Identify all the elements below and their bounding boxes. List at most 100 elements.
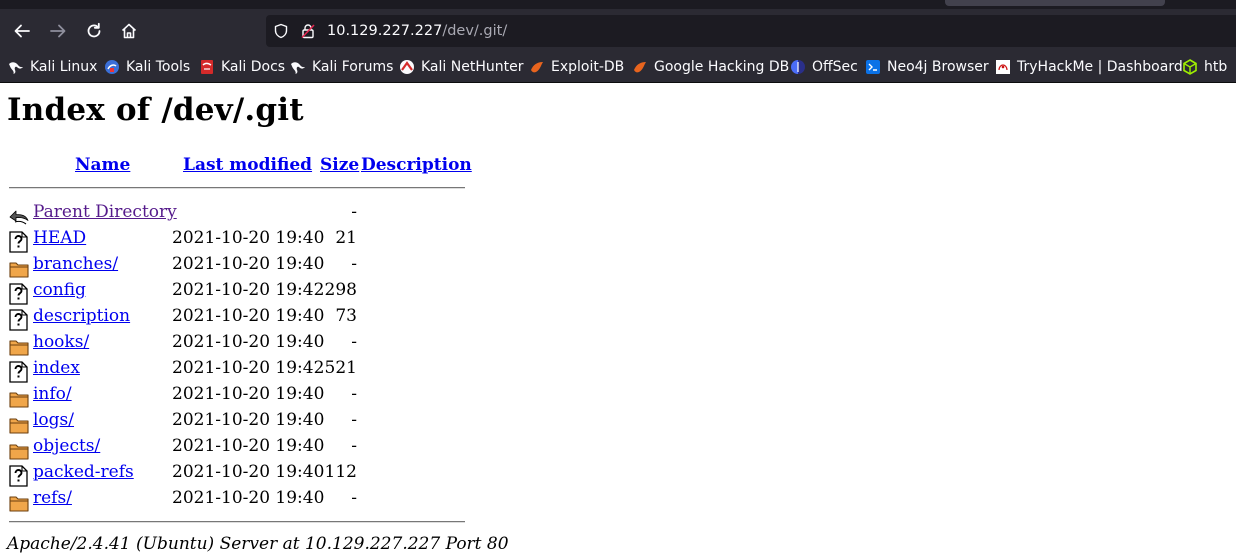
tab[interactable] [945,0,1165,6]
bookmark-offsec[interactable]: OffSec [790,57,858,77]
entry-link-index[interactable]: index [33,358,80,378]
forward-arrow-icon [50,24,66,38]
bookmark-label: Kali Forums [312,59,394,75]
entry-modified: 2021-10-20 19:40 [172,332,325,352]
bookmark-kali-forums[interactable]: Kali Forums [290,57,393,77]
entry-modified: 2021-10-20 19:40 [172,254,325,274]
entry-size: 112 [324,462,357,482]
folder-icon [9,257,29,279]
insecure-lock-icon[interactable] [300,23,316,39]
folder-icon [9,387,29,409]
entry-modified: 2021-10-20 19:40 [172,384,325,404]
back-arrow-icon [9,205,29,227]
back-button[interactable] [8,17,36,45]
bookmark-label: Kali Tools [126,59,191,75]
table-row: Parent Directory - [0,202,500,228]
header-divider [9,187,465,189]
column-header-description[interactable]: Description [361,155,472,175]
entry-link-refs[interactable]: refs/ [33,488,72,508]
entry-link-branches[interactable]: branches/ [33,254,118,274]
url-host: 10.129.227.227 [327,23,443,39]
entry-size: - [351,254,357,274]
bookmark-label: OffSec [812,59,858,75]
back-arrow-icon [14,24,30,38]
entry-modified: 2021-10-20 19:42 [172,280,325,300]
bookmark-label: Kali NetHunter [421,59,524,75]
entry-link-logs[interactable]: logs/ [33,410,74,430]
entry-modified: 2021-10-20 19:40 [172,488,325,508]
table-row: HEAD 2021-10-20 19:40 21 [0,228,500,254]
bookmark-tryhackme-dashboard[interactable]: TryHackMe | Dashboard [995,57,1183,77]
bookmark-exploit-db[interactable]: Exploit-DB [529,57,624,77]
kali-tools-icon [104,59,120,75]
entry-link-info[interactable]: info/ [33,384,72,404]
page-content: Index of /dev/.git Name Last modified Si… [0,83,1236,560]
bookmark-neo4j-browser[interactable]: Neo4j Browser [865,57,989,77]
bookmark-label: Neo4j Browser [887,59,989,75]
bookmark-label: Kali Linux [30,59,98,75]
unknown-file-icon [9,465,29,487]
bookmark-label: Exploit-DB [551,59,625,75]
browser-chrome: 10.129.227.227/dev/.git/ Kali Linux Kali … [0,0,1236,83]
entry-link-parent-directory[interactable]: Parent Directory [33,202,177,222]
reload-button[interactable] [80,17,108,45]
cube-icon [1182,59,1198,75]
bookmark-kali-linux[interactable]: Kali Linux [8,57,97,77]
bookmark-kali-nethunter[interactable]: Kali NetHunter [399,57,523,77]
entry-modified: 2021-10-20 19:42 [172,358,325,378]
entry-size: 73 [335,306,357,326]
table-row: logs/2021-10-20 19:40 - [0,410,500,436]
forward-button[interactable] [44,17,72,45]
table-row: branches/2021-10-20 19:40 - [0,254,500,280]
bookmark-label: Kali Docs [221,59,286,75]
bookmark-kali-tools[interactable]: Kali Tools [104,57,190,77]
home-icon [121,23,137,39]
unknown-file-icon [9,283,29,305]
footer-divider [9,521,465,523]
unknown-file-icon [9,231,29,253]
table-row: packed-refs 2021-10-20 19:40 112 [0,462,500,488]
entry-link-hooks[interactable]: hooks/ [33,332,89,352]
entry-link-head[interactable]: HEAD [33,228,86,248]
server-signature: Apache/2.4.41 (Ubuntu) Server at 10.129.… [7,534,509,554]
kali-docs-icon [199,59,215,75]
entry-link-packed-refs[interactable]: packed-refs [33,462,134,482]
bookmark-google-hacking-db[interactable]: Google Hacking DB [632,57,789,77]
table-row: objects/2021-10-20 19:40 - [0,436,500,462]
entry-modified: 2021-10-20 19:40 [172,436,325,456]
bookmark-htb[interactable]: htb [1182,57,1227,77]
entry-size: - [351,332,357,352]
column-header-last-modified[interactable]: Last modified [183,155,312,175]
entry-modified: 2021-10-20 19:40 [172,306,325,326]
kali-dragon-icon [8,59,24,75]
offsec-icon [790,59,806,75]
entry-modified: 2021-10-20 19:40 [172,462,325,482]
column-header-size[interactable]: Size [320,155,359,175]
column-header-name[interactable]: Name [75,155,130,175]
entry-modified: 2021-10-20 19:40 [172,228,325,248]
bookmark-label: Google Hacking DB [654,59,790,75]
url-bar[interactable]: 10.129.227.227/dev/.git/ [266,15,1236,47]
shield-icon[interactable] [273,23,289,39]
bookmark-kali-docs[interactable]: Kali Docs [199,57,285,77]
exploit-db-icon [529,59,545,75]
entry-size: - [351,436,357,456]
bookmarks-toolbar: Kali Linux Kali Tools Kali Docs Kali Forums… [0,53,1236,81]
home-button[interactable] [115,17,143,45]
folder-icon [9,491,29,513]
entry-size: - [351,384,357,404]
page-title: Index of /dev/.git [7,92,304,128]
table-row: index 2021-10-20 19:42 521 [0,358,500,384]
entry-modified: 2021-10-20 19:40 [172,410,325,430]
url-text[interactable]: 10.129.227.227/dev/.git/ [327,15,507,47]
entry-link-objects[interactable]: objects/ [33,436,100,456]
table-row: hooks/2021-10-20 19:40 - [0,332,500,358]
entry-link-config[interactable]: config [33,280,86,300]
entry-size: - [351,410,357,430]
bookmark-label: TryHackMe | Dashboard [1017,59,1183,75]
table-row: description 2021-10-20 19:40 73 [0,306,500,332]
unknown-file-icon [9,309,29,331]
entry-size: - [351,202,357,222]
kali-dragon-icon [290,59,306,75]
entry-link-description[interactable]: description [33,306,130,326]
